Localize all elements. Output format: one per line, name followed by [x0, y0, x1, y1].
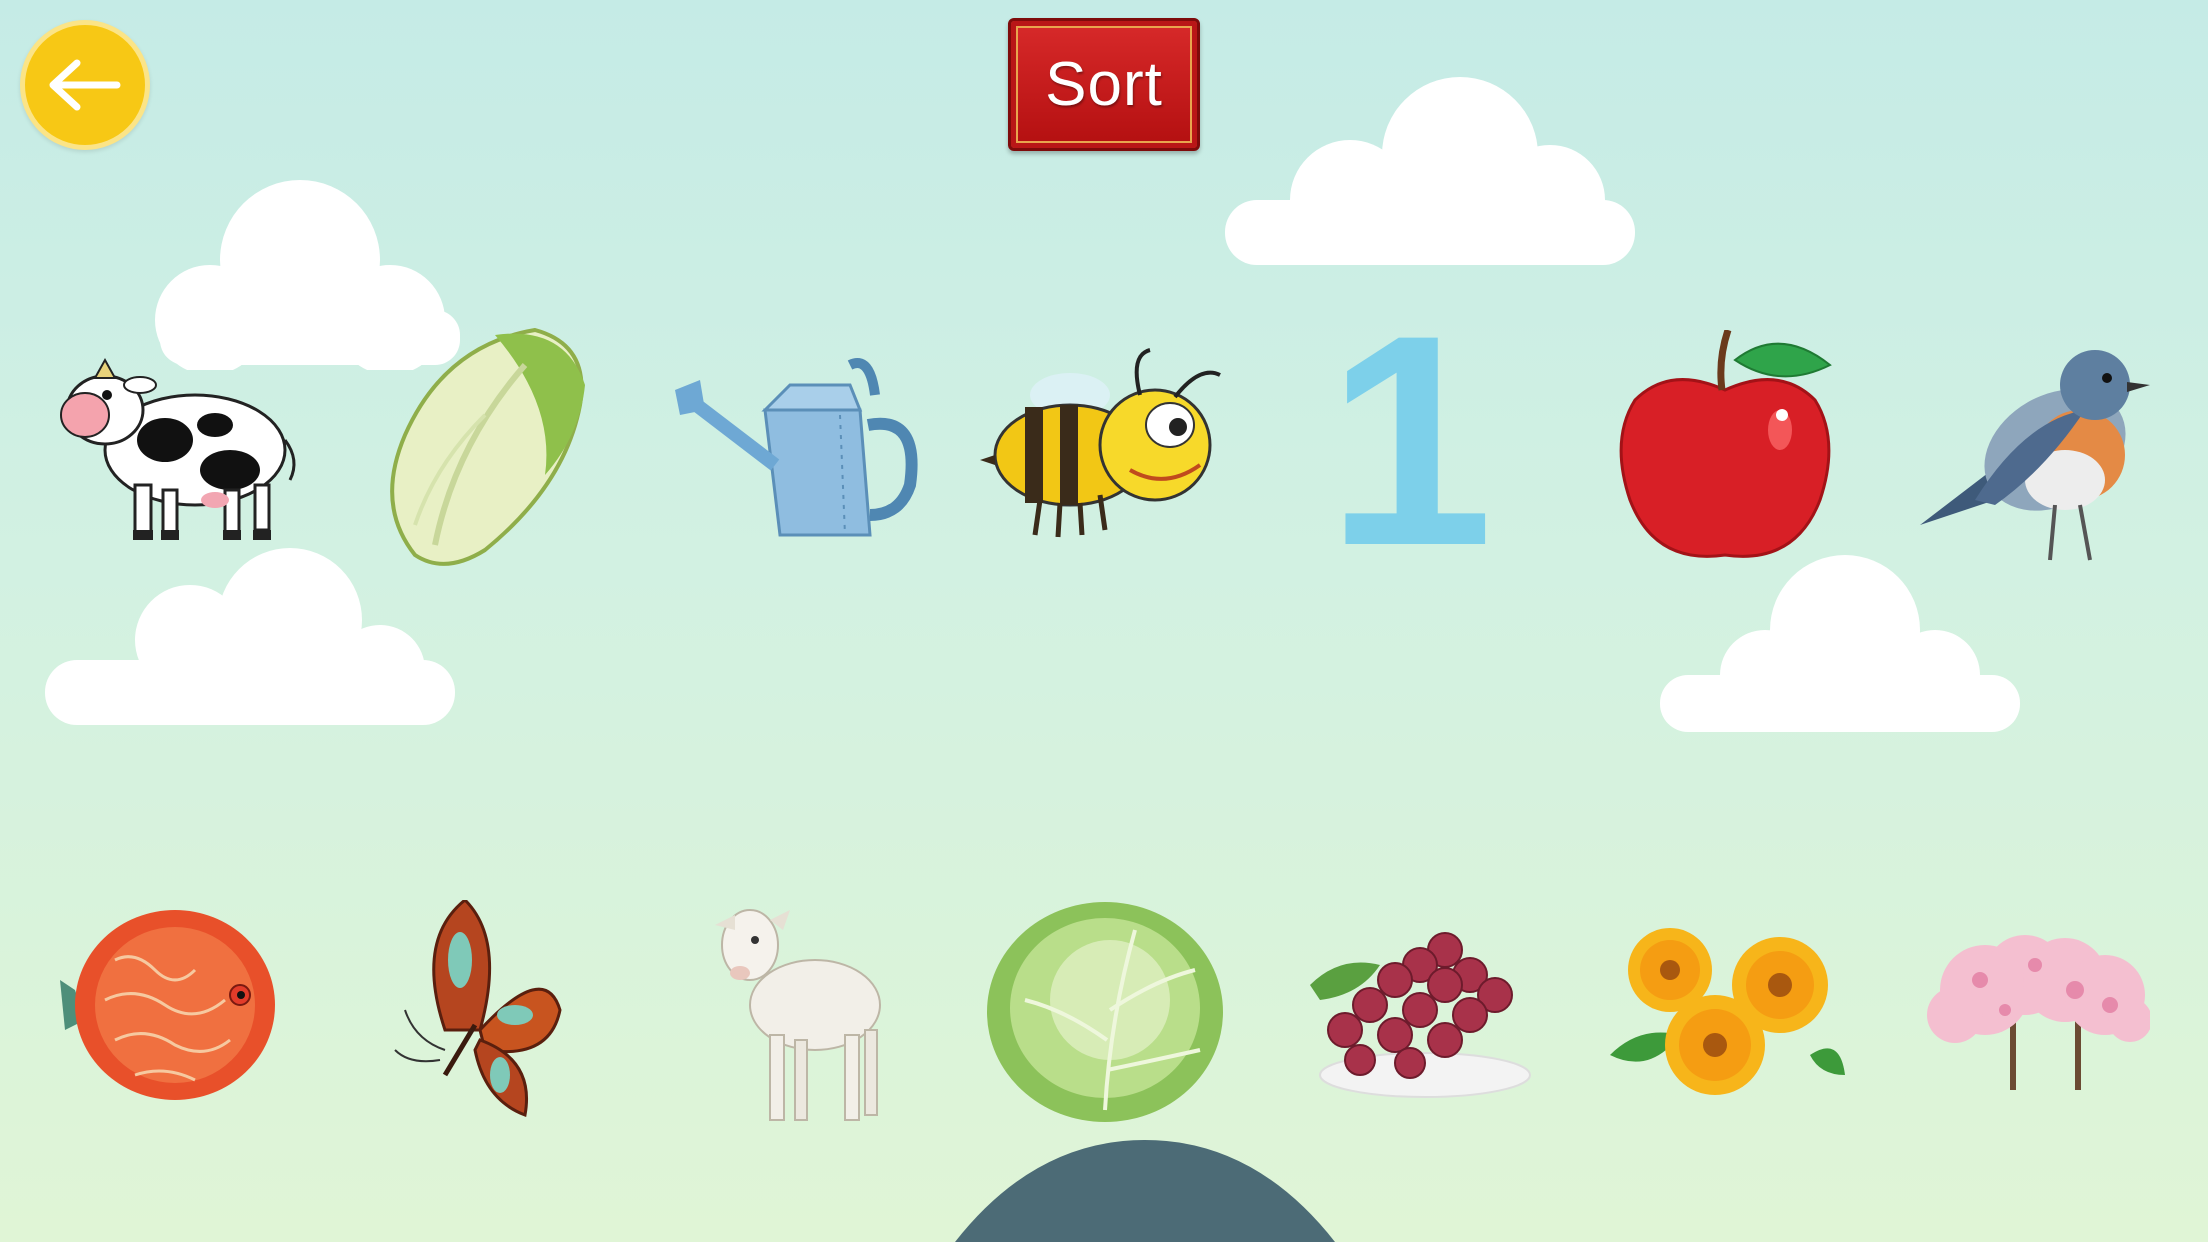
cloud-2 — [1225, 77, 1635, 265]
watering-can-icon — [675, 358, 918, 537]
hill — [955, 1140, 1335, 1242]
back-button[interactable] — [20, 20, 150, 150]
item-cabbage[interactable] — [985, 900, 1225, 1125]
fish-icon — [60, 910, 275, 1100]
item-fish[interactable] — [55, 900, 285, 1115]
item-grapes[interactable] — [1300, 925, 1535, 1100]
grapes-icon — [1310, 932, 1531, 1098]
item-tree[interactable] — [1925, 935, 2150, 1095]
item-number-one[interactable]: 1 — [1327, 290, 1494, 590]
cloud-4 — [1660, 555, 2020, 732]
item-apple[interactable] — [1610, 330, 1840, 570]
item-bird[interactable] — [1915, 330, 2155, 570]
item-butterfly[interactable] — [385, 900, 565, 1125]
butterfly-icon — [394, 900, 562, 1118]
cow-icon — [60, 357, 296, 540]
blossom-tree-icon — [1927, 935, 2150, 1090]
apple-icon — [1619, 330, 1832, 558]
item-napa-cabbage[interactable] — [375, 325, 595, 570]
page-title: Sort — [1045, 50, 1163, 119]
cabbage-icon — [987, 902, 1223, 1122]
item-cow[interactable] — [45, 340, 305, 550]
arrow-left-icon — [49, 59, 121, 111]
item-watering-can[interactable] — [670, 355, 920, 540]
item-flowers[interactable] — [1610, 925, 1845, 1100]
item-bee[interactable] — [980, 345, 1230, 545]
napa-cabbage-icon — [390, 327, 585, 566]
flowers-icon — [1610, 928, 1845, 1095]
bee-icon — [980, 348, 1221, 538]
item-goat[interactable] — [695, 895, 895, 1130]
goat-icon — [715, 909, 881, 1121]
title-plaque: Sort — [1008, 18, 1200, 151]
bird-icon — [1920, 350, 2150, 561]
